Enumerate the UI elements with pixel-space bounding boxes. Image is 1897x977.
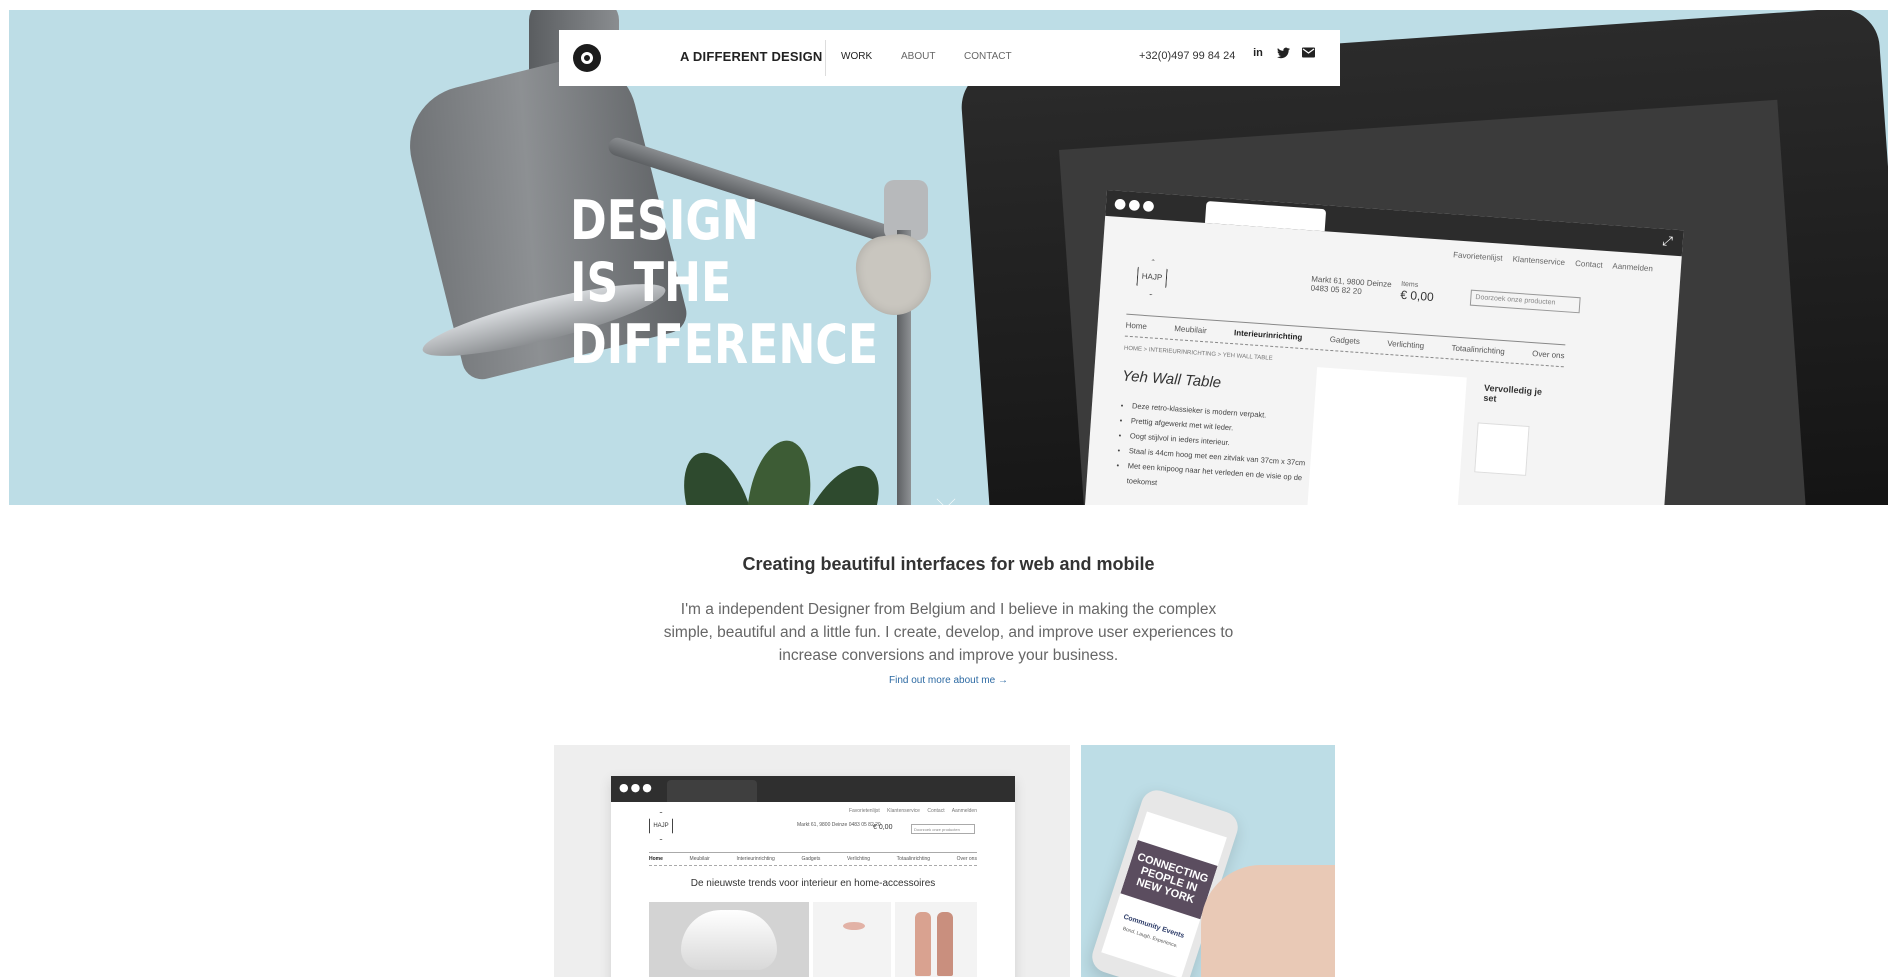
nav-work[interactable]: WORK: [841, 51, 872, 62]
mini-top-links: Favorietenlijst Klantenservice Contact A…: [848, 808, 977, 814]
grinder-shape: [937, 912, 953, 976]
mockup-thumb: [1474, 422, 1530, 476]
hero-headline: DESIGN IS THE DIFFERENCE: [570, 189, 879, 376]
webshop-mockup: ●●● Favorietenlijst Klantenservice Conta…: [611, 776, 1015, 977]
portfolio-card-webshop[interactable]: ●●● Favorietenlijst Klantenservice Conta…: [554, 745, 1070, 977]
mockup-product-title: Yeh Wall Table: [1121, 367, 1222, 392]
intro-title: Creating beautiful interfaces for web an…: [742, 554, 1155, 574]
mini-address: Markt 61, 9800 Deinze 0483 05 82 20: [797, 822, 881, 828]
plant-leaf: [739, 435, 819, 505]
mini-search: Doorzoek onze producten: [911, 824, 975, 834]
nav-about[interactable]: ABOUT: [901, 51, 935, 62]
window-dots-icon: ●●●: [619, 781, 654, 794]
intro-body: I'm a independent Designer from Belgium …: [663, 601, 1234, 664]
logo-icon[interactable]: [573, 44, 601, 72]
website-mockup: ●●● ⤢ Favorietenlijst Klantenservice Con…: [1083, 190, 1684, 505]
nav-contact[interactable]: CONTACT: [964, 51, 1012, 62]
stool-image: [813, 902, 891, 977]
mockup-nav: Home Meubilair Interieurinrichting Gadge…: [1124, 313, 1566, 368]
mockup-side-title: Vervolledig je set: [1483, 382, 1543, 404]
about-me-link[interactable]: Find out more about me →: [0, 675, 1897, 686]
mockup-search: Doorzoek onze producten: [1469, 289, 1581, 314]
mini-logo: HAJP: [649, 812, 673, 840]
expand-icon: ⤢: [1661, 232, 1674, 249]
mini-cart-total: € 0,00: [873, 824, 893, 831]
grinder-image: [895, 902, 977, 977]
brand-name[interactable]: A DIFFERENT DESIGN: [680, 49, 823, 64]
site-header: A DIFFERENT DESIGN WORK ABOUT CONTACT +3…: [559, 30, 1340, 86]
grinder-shape: [915, 912, 931, 976]
mockup-product-image: [1305, 367, 1467, 505]
mockup-address: Markt 61, 9800 Deinze 0483 05 82 20: [1310, 274, 1392, 297]
stool-shape: [843, 922, 865, 930]
mini-browser-bar: ●●●: [611, 776, 1015, 802]
mini-tab: [667, 780, 757, 802]
mockup-breadcrumb: HOME > INTERIEURINRICHTING > YEH WALL TA…: [1123, 345, 1273, 362]
scroll-down-chevron-icon[interactable]: [936, 489, 956, 505]
mini-nav: Home Meubilair Interieurinrichting Gadge…: [649, 852, 977, 866]
linkedin-icon[interactable]: in: [1249, 47, 1267, 65]
hand-image: [1201, 865, 1335, 977]
mail-icon[interactable]: [1299, 47, 1317, 65]
phone-number[interactable]: +32(0)497 99 84 24: [1139, 50, 1235, 62]
mini-heading: De nieuwste trends voor interieur en hom…: [690, 878, 936, 889]
window-dots-icon: ●●●: [1113, 195, 1158, 215]
mockup-cart: Items € 0,00: [1399, 280, 1435, 305]
mockup-logo: HAJP: [1136, 258, 1168, 296]
twitter-icon[interactable]: [1274, 47, 1292, 65]
mockup-product-bullets: Deze retro-klassieker is modern verpakt.…: [1114, 397, 1320, 501]
portfolio-card-mobile[interactable]: CONNECTING PEOPLE IN NEW YORK Community …: [1081, 745, 1335, 977]
header-divider: [825, 40, 826, 76]
chair-shape: [681, 910, 777, 970]
